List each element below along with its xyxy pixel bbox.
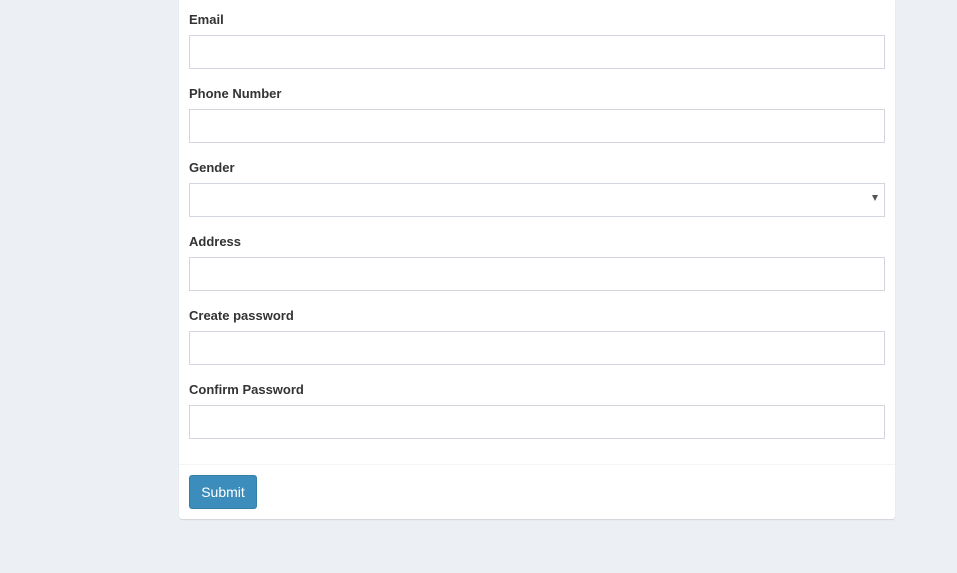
address-label: Address bbox=[189, 234, 242, 249]
page-background: Email Phone Number Gender Address Create… bbox=[0, 0, 957, 573]
phone-number-field[interactable] bbox=[189, 109, 885, 143]
address-field[interactable] bbox=[189, 257, 885, 291]
confirm-password-label: Confirm Password bbox=[189, 382, 304, 397]
form-footer: Submit bbox=[179, 464, 895, 519]
phone-number-label: Phone Number bbox=[189, 86, 282, 101]
confirm-password-field[interactable] bbox=[189, 405, 885, 439]
create-password-field[interactable] bbox=[189, 331, 885, 365]
submit-button[interactable]: Submit bbox=[189, 475, 257, 509]
registration-form-card: Email Phone Number Gender Address Create… bbox=[179, 0, 895, 519]
create-password-label: Create password bbox=[189, 308, 294, 323]
gender-label: Gender bbox=[189, 160, 235, 175]
gender-select[interactable] bbox=[189, 183, 885, 217]
email-field[interactable] bbox=[189, 35, 885, 69]
email-label: Email bbox=[189, 12, 224, 27]
caret-down-icon bbox=[872, 195, 878, 201]
